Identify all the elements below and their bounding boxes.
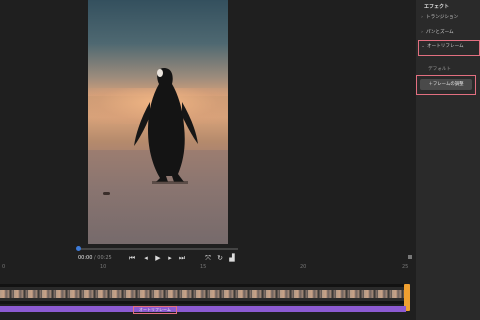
effect-item-transition[interactable]: › トランジション [418, 12, 480, 24]
panel-title: エフェクト [424, 4, 450, 10]
duration: 00:25 [97, 255, 112, 261]
ruler-tick: 10 [100, 264, 107, 270]
skip-back-icon[interactable]: ⏮ [128, 254, 136, 262]
preview-rock [103, 192, 110, 195]
video-preview[interactable] [88, 0, 228, 244]
ruler-tick: 25 [402, 264, 409, 270]
step-back-icon[interactable]: ◂ [142, 254, 150, 262]
ruler-tick: 0 [2, 264, 6, 270]
preset-default-label: デフォルト [428, 67, 451, 72]
time-separator: / [94, 255, 96, 261]
clip-thumbnails [0, 290, 406, 298]
skip-forward-icon[interactable]: ⏭ [178, 254, 186, 262]
play-icon[interactable]: ▶ [154, 254, 162, 262]
current-time: 00:00 [78, 255, 93, 261]
effect-clip-label[interactable]: オートリフレーム [133, 306, 177, 314]
scrub-bar[interactable] [78, 248, 238, 250]
video-clip-track[interactable] [0, 284, 406, 304]
timecode: 00:00 / 00:25 [78, 255, 112, 261]
penguin-image [134, 68, 198, 184]
grid-icon[interactable] [408, 255, 412, 259]
effect-track[interactable] [0, 306, 406, 312]
adjust-frame-button[interactable]: ＋フレームの調整 [420, 79, 472, 90]
ruler-tick: 15 [200, 264, 207, 270]
loop-icon[interactable]: ↻ [216, 254, 224, 262]
chevron-down-icon: ⌄ [421, 44, 425, 49]
effect-item-auto-reframe[interactable]: ⌄ オートリフレーム [418, 40, 480, 56]
fit-icon[interactable]: ⤧ [204, 254, 212, 262]
effect-item-label: オートリフレーム [427, 44, 464, 49]
chevron-right-icon: › [421, 15, 423, 20]
playhead-knob[interactable] [76, 246, 81, 251]
filmstrip-edge [0, 298, 406, 301]
effect-item-label: トランジション [426, 15, 459, 20]
effect-item-label: パンとズーム [426, 30, 454, 35]
ruler-tick: 20 [300, 264, 307, 270]
adjust-frame-label: フレームの調整 [432, 82, 464, 87]
chevron-right-icon: › [421, 30, 423, 35]
effect-item-pan-zoom[interactable]: › パンとズーム [418, 27, 480, 39]
adjust-frame-highlight: ＋フレームの調整 [416, 75, 476, 95]
step-forward-icon[interactable]: ▸ [166, 254, 174, 262]
volume-icon[interactable]: ▟ [228, 254, 236, 262]
